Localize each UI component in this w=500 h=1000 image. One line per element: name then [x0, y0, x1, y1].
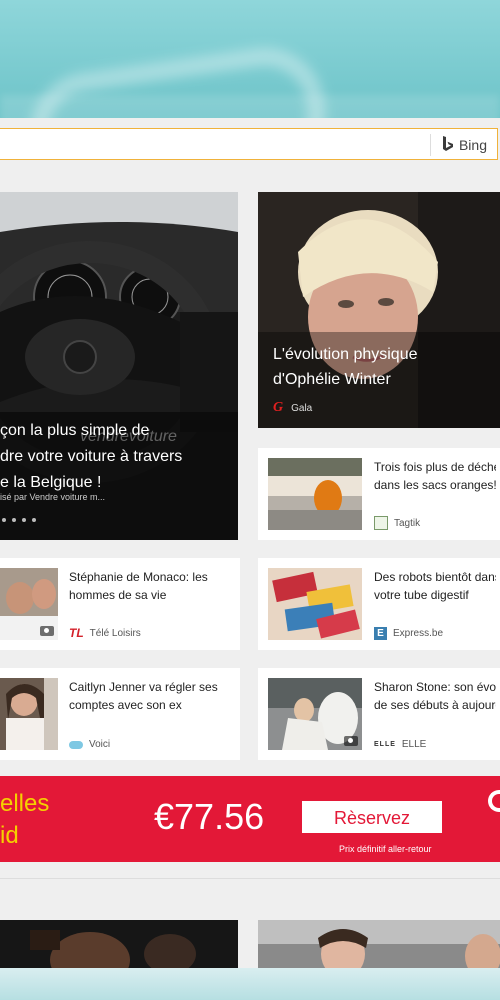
- news-thumbnail: [0, 678, 58, 750]
- news-title-line: de ses débuts à aujourd: [374, 698, 496, 712]
- gala-logo-icon: G: [273, 400, 284, 415]
- bing-logo-icon: [442, 136, 453, 151]
- hero-title-line: çon la plus simple de: [0, 422, 150, 439]
- source-label: Télé Loisirs: [89, 627, 141, 639]
- hero-title: L'évolution physique d'Ophélie Winter: [273, 342, 418, 392]
- news-thumbnail: [0, 568, 58, 640]
- source-label: Express.be: [393, 628, 444, 639]
- ad-headline: elles id: [0, 788, 49, 852]
- source-label: ELLE: [401, 739, 427, 750]
- search-input[interactable]: [0, 129, 432, 159]
- news-source: TL Télé Loisirs: [69, 626, 141, 640]
- hero-card-ophelie[interactable]: L'évolution physique d'Ophélie Winter G …: [258, 192, 500, 428]
- news-card[interactable]: Stéphanie de Monaco: les hommes de sa vi…: [0, 558, 240, 650]
- news-thumbnail: [268, 678, 362, 750]
- tele-loisirs-logo-icon: TL: [69, 626, 84, 640]
- voici-logo-icon: [69, 740, 83, 749]
- news-title: Sharon Stone: son évolu de ses débuts à …: [374, 678, 496, 714]
- tagtik-logo-icon: [374, 516, 388, 530]
- news-source: Tagtik: [374, 516, 420, 530]
- background-shape: [0, 95, 500, 120]
- news-thumbnail: [268, 458, 362, 530]
- bing-search-button[interactable]: Bing: [442, 135, 487, 155]
- camera-icon: [40, 626, 54, 636]
- hero-title: çon la plus simple de dre votre voiture …: [0, 418, 182, 496]
- news-title-line: Caitlyn Jenner va régler ses: [69, 680, 218, 694]
- hero-title-line: dre votre voiture à travers: [0, 448, 183, 465]
- section-divider: [0, 878, 500, 879]
- hero-card-car[interactable]: vendrevoiture çon la plus simple de dre …: [0, 192, 238, 540]
- carousel-dot[interactable]: [2, 518, 6, 522]
- hero-card-bottom-right[interactable]: [258, 920, 500, 968]
- news-card[interactable]: Des robots bientôt dans votre tube diges…: [258, 558, 500, 650]
- news-title-line: hommes de sa vie: [69, 588, 167, 602]
- search-bar[interactable]: Bing: [0, 128, 498, 160]
- news-title-line: votre tube digestif: [374, 588, 469, 602]
- camera-icon: [344, 736, 358, 746]
- carousel-dots[interactable]: [2, 518, 36, 522]
- hero-source: G Gala: [273, 400, 312, 416]
- reserve-button[interactable]: Rèservez: [302, 801, 442, 833]
- news-title: Caitlyn Jenner va régler ses comptes ave…: [69, 678, 236, 714]
- news-title-line: Sharon Stone: son évolu: [374, 680, 496, 694]
- hero-card-bottom-left[interactable]: [0, 920, 238, 968]
- news-card[interactable]: Caitlyn Jenner va régler ses comptes ave…: [0, 668, 240, 760]
- news-title-line: dans les sacs oranges!: [374, 478, 496, 492]
- hero-source: isé par Vendre voiture m...: [0, 492, 106, 502]
- source-label: Gala: [291, 402, 313, 414]
- ad-headline-line: id: [0, 822, 19, 849]
- hero-portrait-image: [258, 192, 500, 428]
- ad-price: €77.56: [154, 796, 265, 837]
- news-title-line: Trois fois plus de déche: [374, 460, 496, 474]
- desktop-background: [0, 0, 500, 120]
- news-title: Trois fois plus de déche dans les sacs o…: [374, 458, 496, 494]
- bing-label: Bing: [458, 137, 487, 153]
- ad-headline-line: elles: [0, 790, 50, 817]
- carousel-dot[interactable]: [32, 518, 36, 522]
- news-thumbnail: [268, 568, 362, 640]
- search-divider: [430, 134, 431, 156]
- news-source: E Express.be: [374, 627, 443, 640]
- news-source: Voici: [69, 739, 110, 750]
- news-title: Des robots bientôt dans votre tube diges…: [374, 568, 496, 604]
- news-title-line: Stéphanie de Monaco: les: [69, 570, 208, 584]
- news-card[interactable]: Trois fois plus de déche dans les sacs o…: [258, 448, 500, 540]
- elle-logo-icon: ELLE: [374, 741, 396, 748]
- browser-page: Bing vendrevoiture çon la plus simple de…: [0, 118, 500, 968]
- news-title: Stéphanie de Monaco: les hommes de sa vi…: [69, 568, 236, 604]
- desktop-background-bottom: [0, 968, 500, 1000]
- hero-title-line: L'évolution physique: [273, 346, 418, 363]
- express-logo-icon: E: [374, 627, 387, 640]
- ad-fine-print: Prix définitif aller-retour: [339, 844, 432, 854]
- ad-banner[interactable]: elles id €77.56 Rèservez Prix définitif …: [0, 776, 500, 862]
- source-label: Tagtik: [394, 517, 421, 529]
- news-title-line: Des robots bientôt dans: [374, 570, 496, 584]
- news-title-line: comptes avec son ex: [69, 698, 182, 712]
- carousel-dot[interactable]: [12, 518, 16, 522]
- hero-title-line: d'Ophélie Winter: [273, 371, 391, 388]
- news-image: [0, 920, 238, 968]
- news-image: [258, 920, 500, 968]
- source-label: Voici: [89, 739, 111, 750]
- news-card[interactable]: Sharon Stone: son évolu de ses débuts à …: [258, 668, 500, 760]
- airline-logo-icon: [488, 790, 500, 812]
- carousel-dot[interactable]: [22, 518, 26, 522]
- news-source: ELLE ELLE: [374, 739, 426, 750]
